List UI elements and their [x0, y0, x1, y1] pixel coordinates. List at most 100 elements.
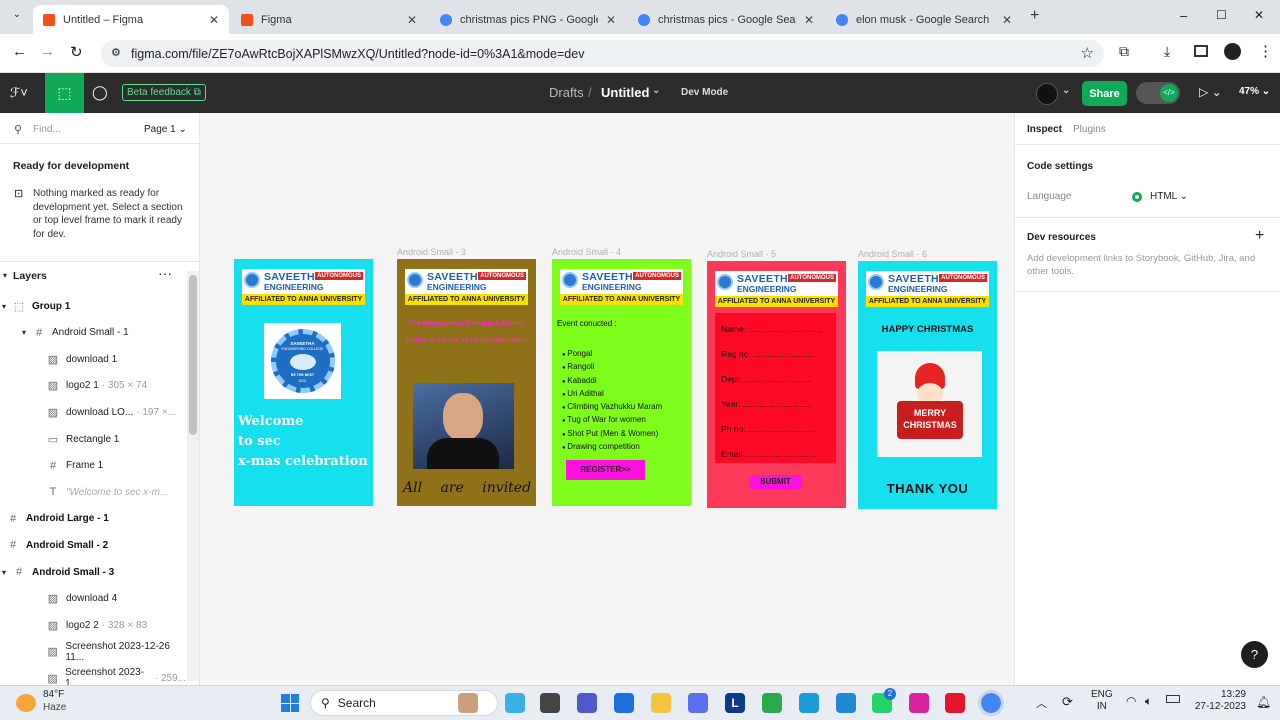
clock[interactable]: 13:29 27-12-2023 [1190, 689, 1246, 713]
notification-bell-icon[interactable]: 🔔︎ [1256, 695, 1271, 709]
sync-icon[interactable]: ⟳ [1062, 694, 1073, 710]
language-select[interactable]: HTML ⌄ [1150, 191, 1188, 202]
form-field[interactable]: Reg no: ........................... [721, 342, 830, 367]
page-selector[interactable]: Page 1 ⌄ [144, 124, 187, 135]
download-icon[interactable]: ⤓ [1164, 43, 1170, 60]
layer-row[interactable]: ▨ Screenshot 2023-1... · 259... [0, 665, 186, 685]
comment-icon[interactable]: ◯ [92, 84, 108, 101]
file-name[interactable]: Untitled [601, 85, 649, 100]
layers-more-icon[interactable]: ··· [158, 265, 172, 281]
store-icon[interactable] [614, 693, 634, 713]
chrome-icon[interactable] [978, 690, 1004, 716]
close-tab-icon[interactable]: ✕ [606, 13, 616, 27]
search-icon[interactable]: ⚲ [14, 123, 22, 136]
submit-button[interactable]: SUBMIT [749, 475, 802, 489]
help-button[interactable]: ? [1241, 641, 1268, 668]
browser-tab[interactable]: Figma ✕ [231, 5, 427, 34]
battery-icon[interactable] [1166, 695, 1180, 703]
forward-icon[interactable]: → [40, 43, 55, 60]
tab-inspect[interactable]: Inspect [1027, 124, 1062, 135]
weather-icon[interactable] [16, 694, 36, 712]
figma-menu-icon[interactable]: ℱ˅ [10, 85, 28, 101]
frame-android-small-3[interactable]: SAVEETHA ENGINEERING COLLEGE AUTONOMOUS … [397, 259, 536, 506]
wifi-icon[interactable]: ◠ [1126, 694, 1136, 708]
browser-tab[interactable]: christmas pics PNG - Google Se ✕ [430, 5, 626, 34]
expand-chevron-icon[interactable]: ▾ [2, 302, 12, 311]
bookmark-star-icon[interactable]: ☆ [1081, 44, 1094, 62]
beta-feedback-button[interactable]: Beta feedback ⧉ [122, 84, 206, 101]
canvas[interactable]: SAVEETHA ENGINEERING COLLEGE AUTONOMOUS … [200, 113, 1064, 685]
present-icon[interactable]: ▷ ⌄ [1199, 85, 1222, 99]
frame-android-small-1[interactable]: SAVEETHA ENGINEERING COLLEGE AUTONOMOUS … [234, 259, 373, 506]
share-button[interactable]: Share [1082, 81, 1127, 106]
layer-row[interactable]: ▭ Rectangle 1 [0, 426, 186, 452]
l-app-icon[interactable]: L [725, 693, 745, 713]
form-field[interactable]: Ph no: ............................ [721, 417, 830, 442]
minimize-button[interactable]: – [1180, 8, 1187, 23]
new-tab-button[interactable]: + [1030, 7, 1039, 25]
arc-icon[interactable] [688, 693, 708, 713]
layer-row[interactable]: ▨ logo2 2 · 328 × 83 [0, 612, 186, 638]
back-icon[interactable]: ← [12, 43, 27, 60]
frame-android-small-4[interactable]: SAVEETHA ENGINEERING COLLEGE AUTONOMOUS … [552, 259, 691, 506]
site-info-icon[interactable]: ⚙ [111, 46, 121, 59]
form-field[interactable]: Year: ............................. [721, 392, 830, 417]
profile-avatar[interactable] [1224, 43, 1241, 60]
url-field[interactable]: ⚙ figma.com/file/ZE7oAwRtcBojXAPlSMwzXQ/… [101, 40, 1104, 67]
user-avatar[interactable] [1036, 83, 1058, 105]
browser-tab[interactable]: Untitled – Figma ✕ [33, 5, 229, 34]
close-tab-icon[interactable]: ✕ [804, 13, 814, 27]
layer-row[interactable]: T "Welcome to sec x-m... [0, 479, 186, 505]
chat-app-icon[interactable] [505, 693, 525, 713]
close-tab-icon[interactable]: ✕ [209, 13, 219, 27]
people-icon[interactable] [458, 693, 478, 713]
zoom-level[interactable]: 47% ⌄ [1239, 86, 1270, 97]
frame-android-small-6[interactable]: SAVEETHA ENGINEERING COLLEGE AUTONOMOUS … [858, 261, 997, 509]
edge-icon[interactable] [799, 693, 819, 713]
chrome-canary-icon[interactable] [762, 693, 782, 713]
windows-start-icon[interactable] [281, 694, 299, 712]
frame-android-small-5[interactable]: SAVEETHA ENGINEERING COLLEGE AUTONOMOUS … [707, 261, 846, 508]
layer-row[interactable]: ▾ # Android Small - 3 [0, 559, 186, 585]
expand-chevron-icon[interactable]: ▾ [22, 328, 32, 337]
layer-row[interactable]: # Frame 1 [0, 453, 186, 479]
layer-row[interactable]: ▨ Screenshot 2023-12-26 11... [0, 639, 186, 665]
select-tool-icon[interactable]: ⬚ [45, 73, 84, 113]
layer-row[interactable]: ▨ download 4 [0, 586, 186, 612]
task-view-icon[interactable] [540, 693, 560, 713]
layer-row[interactable]: ▨ logo2 1 · 305 × 74 [0, 373, 186, 399]
layer-row[interactable]: ▨ download LO... · 197 ×... [0, 399, 186, 425]
close-window-button[interactable]: ✕ [1254, 8, 1264, 22]
browser-tab[interactable]: elon musk - Google Search ✕ [826, 5, 1022, 34]
tab-search-icon[interactable]: ⌄ [8, 9, 26, 25]
browser-tab[interactable]: christmas pics - Google Search ✕ [628, 5, 824, 34]
breadcrumb-drafts[interactable]: Drafts [549, 85, 584, 100]
layers-collapse-icon[interactable]: ▾ [3, 271, 7, 280]
reload-icon[interactable]: ↻ [70, 43, 83, 61]
extensions-icon[interactable]: ⧉ [1119, 43, 1129, 60]
opera-icon[interactable] [945, 693, 965, 713]
instagram-icon[interactable] [909, 693, 929, 713]
register-button[interactable]: REGISTER>> [566, 460, 645, 480]
layer-row[interactable]: ▨ download 1 [0, 346, 186, 372]
scrollbar-thumb[interactable] [189, 275, 197, 435]
vscode-icon[interactable] [836, 693, 856, 713]
add-resource-icon[interactable]: + [1255, 227, 1264, 245]
language-indicator[interactable]: ENG IN [1091, 689, 1113, 713]
layer-row[interactable]: ▾ ⬚ Group 1 [0, 293, 186, 319]
form-field[interactable]: Dept: ............................. [721, 367, 830, 392]
volume-icon[interactable]: 🔈︎ [1145, 694, 1152, 709]
dev-mode-toggle[interactable]: </> [1136, 82, 1180, 104]
close-tab-icon[interactable]: ✕ [1002, 13, 1012, 27]
expand-chevron-icon[interactable]: ▾ [2, 568, 12, 577]
tray-chevron-icon[interactable]: ︿ [1036, 695, 1047, 711]
form-field[interactable]: Name: ............................... [721, 317, 830, 342]
layer-row[interactable]: ▾ # Android Small - 1 [0, 320, 186, 346]
sidepanel-icon[interactable] [1194, 45, 1208, 57]
scrollbar[interactable] [187, 271, 199, 681]
layer-row[interactable]: # Android Large - 1 [0, 506, 186, 532]
file-chevron-icon[interactable]: ⌄ [652, 85, 660, 96]
menu-icon[interactable]: ⋮ [1258, 42, 1273, 60]
maximize-button[interactable]: ☐ [1216, 8, 1227, 22]
tab-plugins[interactable]: Plugins [1073, 124, 1106, 135]
